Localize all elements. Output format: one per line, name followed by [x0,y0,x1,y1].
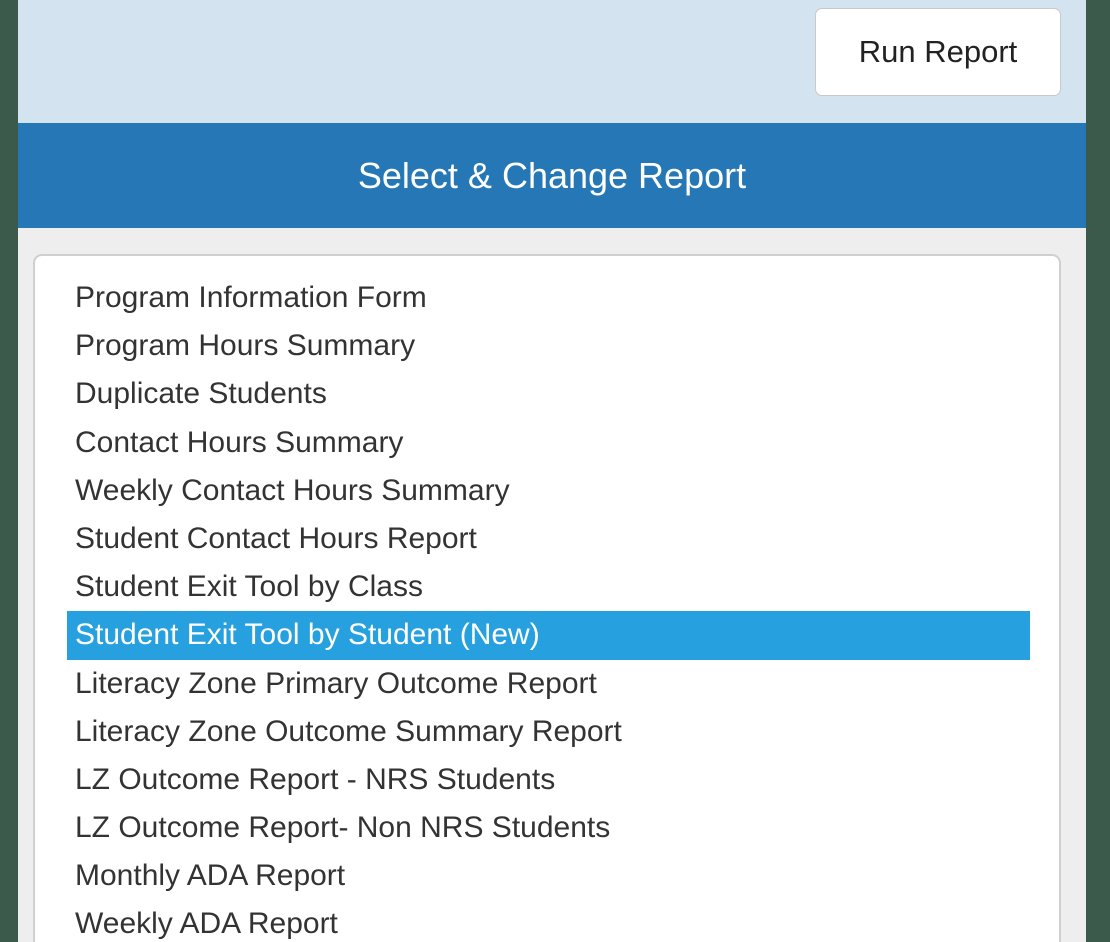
report-option[interactable]: Student Exit Tool by Class [67,563,1030,611]
report-option[interactable]: LZ Outcome Report - NRS Students [67,756,1030,804]
report-option[interactable]: Program Information Form [67,274,1030,322]
report-option[interactable]: Literacy Zone Primary Outcome Report [67,660,1030,708]
report-option[interactable]: Student Exit Tool by Student (New) [67,611,1030,660]
report-option[interactable]: Monthly ADA Report [67,852,1030,900]
report-listbox[interactable]: Program Information Form Program Hours Su… [33,254,1061,942]
report-option[interactable]: Program Hours Summary [67,322,1030,370]
run-report-button[interactable]: Run Report [815,8,1061,96]
report-panel: Run Report Select & Change Report Progra… [18,0,1086,942]
report-option[interactable]: Student Contact Hours Report [67,515,1030,563]
report-option[interactable]: Contact Hours Summary [67,419,1030,467]
report-option[interactable]: LZ Outcome Report- Non NRS Students [67,804,1030,852]
report-option[interactable]: Literacy Zone Outcome Summary Report [67,708,1030,756]
report-option[interactable]: Weekly ADA Report [67,900,1030,942]
report-list: Program Information Form Program Hours Su… [67,274,1030,942]
report-option[interactable]: Weekly Contact Hours Summary [67,467,1030,515]
panel-header: Select & Change Report [18,123,1086,228]
panel-title: Select & Change Report [357,154,747,196]
report-option[interactable]: Duplicate Students [67,370,1030,418]
toolbar: Run Report [18,0,1086,123]
